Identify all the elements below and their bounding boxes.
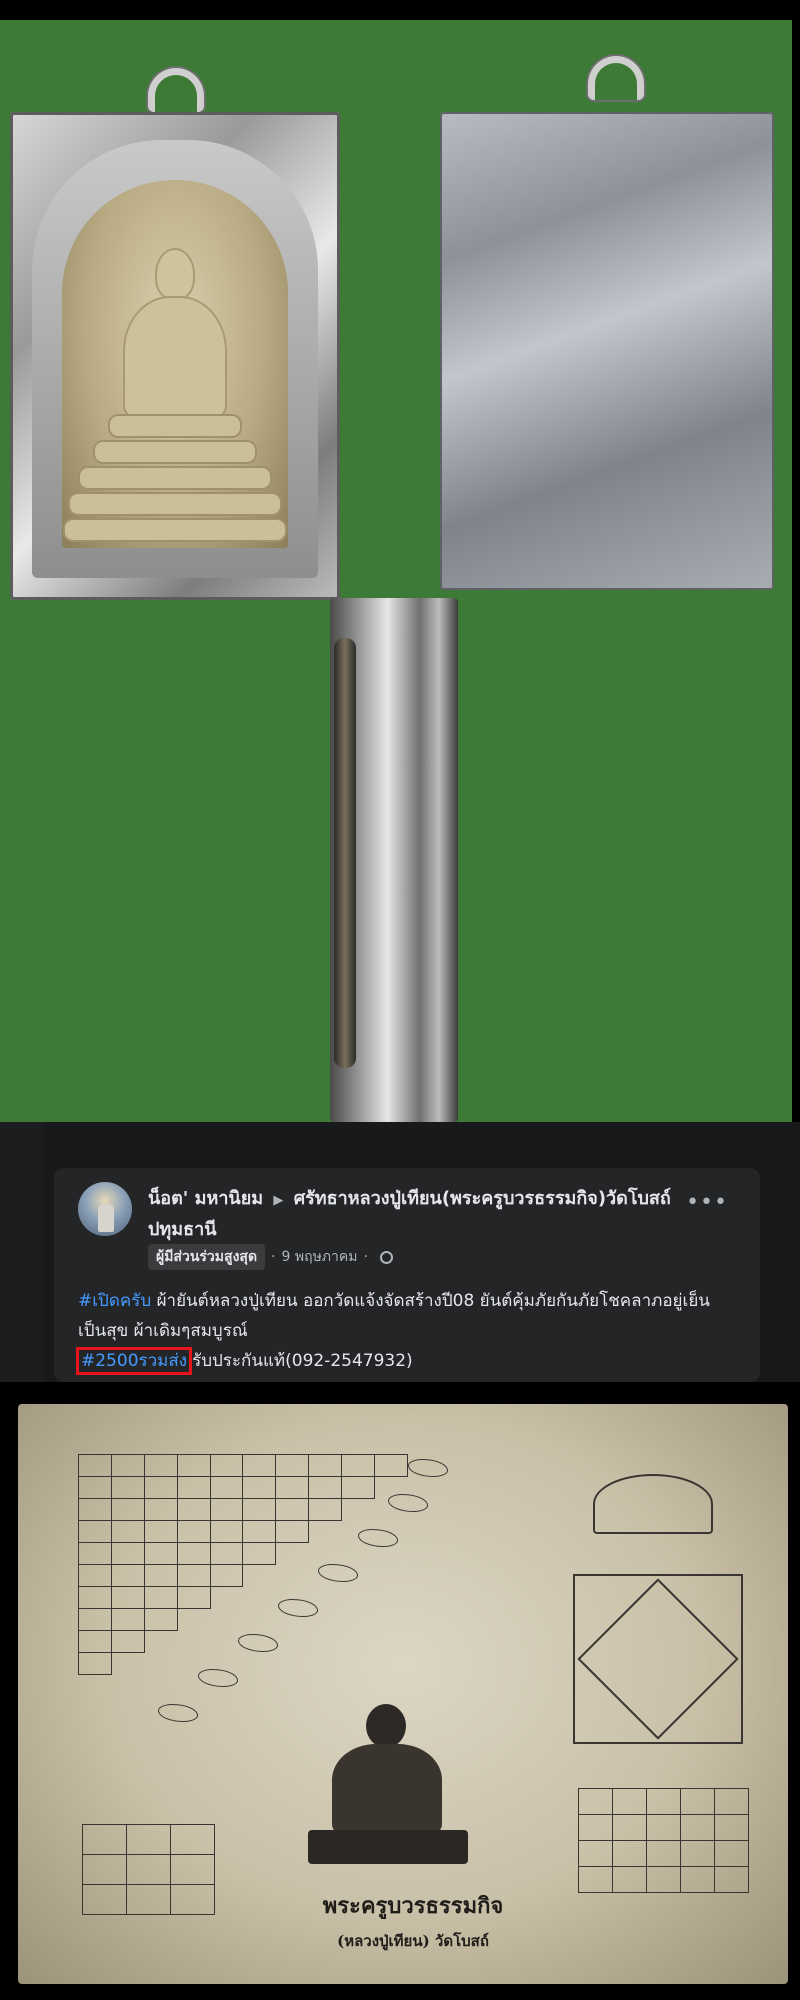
post-header: น็อต' มหานิยม ▶ ศรัทธาหลวงปู่เทียน(พระคร… (148, 1184, 688, 1244)
amulet-side-image (330, 598, 458, 1122)
post-card: น็อต' มหานิยม ▶ ศรัทธาหลวงปู่เทียน(พระคร… (54, 1168, 760, 1382)
top-contributor-badge[interactable]: ผู้มีส่วนร่วมสูงสุด (148, 1244, 266, 1270)
globe-icon[interactable] (379, 1250, 393, 1264)
cloth-caption-line2: (หลวงปู่เทียน) วัดโบสถ์ (337, 1932, 489, 1950)
post-meta: ผู้มีส่วนร่วมสูงสุด · 9 พฤษภาคม · (148, 1244, 393, 1270)
cloth-caption: พระครูบวรธรรมกิจ (หลวงปู่เทียน) วัดโบสถ์ (268, 1888, 558, 1953)
hashtag-open[interactable]: #เปิดครับ (78, 1291, 151, 1311)
group-arrow-icon: ▶ (273, 1193, 284, 1208)
amulet-back-image (440, 112, 774, 590)
amulet-photo-panel (0, 20, 800, 1122)
left-sidebar-strip (0, 1122, 44, 1382)
more-options-icon[interactable]: ••• (686, 1190, 728, 1215)
yantra-small-grid (82, 1824, 215, 1915)
yantra-cloth-image: พระครูบวรธรรมกิจ (หลวงปู่เทียน) วัดโบสถ์ (18, 1404, 788, 1984)
yantra-right-grid (578, 1788, 749, 1893)
cloth-photo-panel: พระครูบวรธรรมกิจ (หลวงปู่เทียน) วัดโบสถ์ (0, 1382, 800, 2000)
hashtag-price[interactable]: #2500รวมส่ง (81, 1351, 187, 1371)
post-body-line1: ผ้ายันต์หลวงปู่เทียน ออกวัดแจ้งจัดสร้างป… (78, 1291, 710, 1341)
post-body: #เปิดครับ ผ้ายันต์หลวงปู่เทียน ออกวัดแจ้… (76, 1286, 748, 1376)
post-date[interactable]: 9 พฤษภาคม (282, 1246, 358, 1268)
amulet-front-image (10, 112, 340, 600)
monk-portrait (308, 1704, 468, 1864)
highlight-box: #2500รวมส่ง (76, 1347, 193, 1375)
author-name[interactable]: น็อต' มหานิยม (148, 1188, 263, 1209)
post-body-line2: รับประกันแท้(092-2547932) (192, 1351, 413, 1371)
facebook-post-area: น็อต' มหานิยม ▶ ศรัทธาหลวงปู่เทียน(พระคร… (0, 1122, 800, 1382)
avatar[interactable] (78, 1182, 132, 1236)
yantra-top (593, 1474, 713, 1534)
cloth-caption-line1: พระครูบวรธรรมกิจ (322, 1893, 504, 1919)
